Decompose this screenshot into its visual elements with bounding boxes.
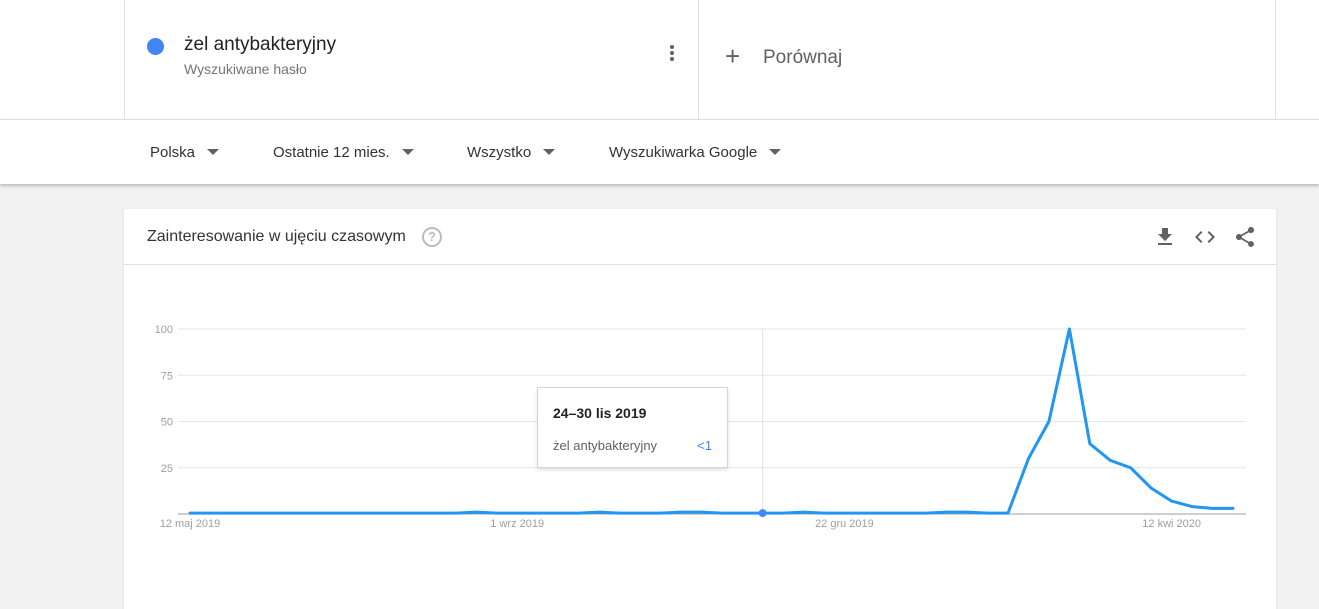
tooltip-date: 24–30 lis 2019 [553, 405, 647, 421]
x-tick-label: 12 kwi 2020 [1142, 518, 1201, 530]
y-tick-label: 100 [155, 324, 173, 336]
chart-tooltip: 24–30 lis 2019 żel antybakteryjny <1 [537, 387, 728, 468]
x-tick-label: 1 wrz 2019 [490, 518, 544, 530]
y-tick-label: 75 [161, 370, 173, 382]
tooltip-term: żel antybakteryjny [553, 438, 658, 453]
x-tick-label: 12 maj 2019 [160, 518, 221, 530]
y-tick-label: 25 [161, 463, 173, 475]
interest-line-chart[interactable]: 100 75 50 25 12 maj 2019 1 wrz 2019 22 gru 201… [0, 0, 1319, 596]
tooltip-value: <1 [697, 438, 712, 453]
x-tick-label: 22 gru 2019 [815, 518, 874, 530]
highlight-point [758, 509, 767, 518]
y-tick-label: 50 [161, 417, 173, 429]
